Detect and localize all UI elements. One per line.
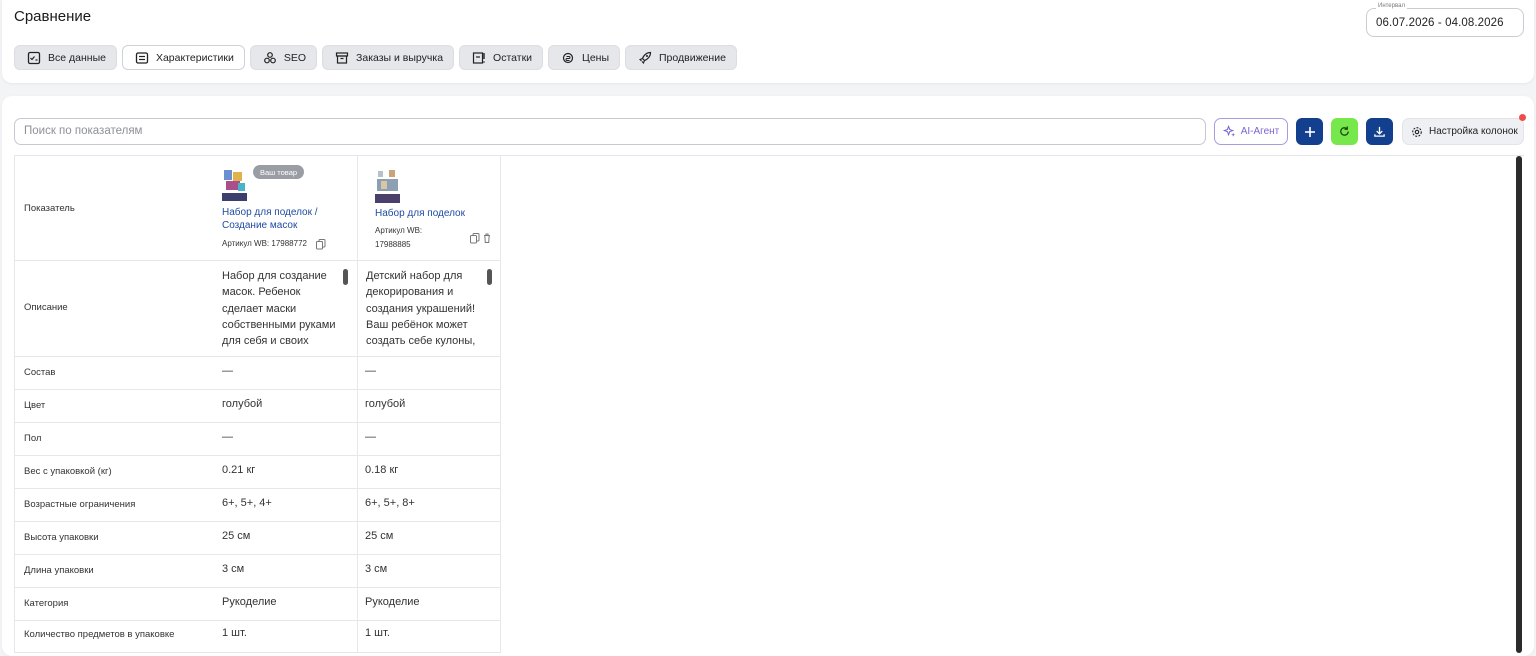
row-label: Цвет	[24, 400, 46, 411]
interval-picker[interactable]: Интервал 06.07.2026 - 04.08.2026	[1366, 3, 1524, 37]
tab-label: Заказы и выручка	[356, 51, 444, 64]
ai-agent-label: AI-Агент	[1240, 126, 1280, 137]
row-value: Рукоделие	[365, 596, 420, 608]
product-sku: Артикул WB: 17988885	[375, 226, 423, 249]
plus-icon	[1304, 126, 1315, 137]
download-icon	[1374, 126, 1385, 137]
table-row: Цвет голубой голубой	[14, 390, 500, 423]
table-row: Пол — —	[14, 423, 500, 456]
row-label: Вес с упаковкой (кг)	[24, 466, 112, 477]
card-icon	[135, 51, 149, 64]
row-label: Возрастные ограничения	[24, 499, 136, 510]
row-value: —	[222, 431, 233, 443]
row-label: Длина упаковки	[24, 565, 94, 576]
row-value: голубой	[222, 398, 263, 410]
row-value: 6+, 5+, 4+	[222, 497, 272, 509]
tab-bar: Все данные Характеристики SEO Заказы и в…	[14, 45, 737, 70]
table-row: Вес с упаковкой (кг) 0.21 кг 0.18 кг	[14, 456, 500, 489]
row-value: 3 см	[222, 563, 245, 575]
table-row: Категория Рукоделие Рукоделие	[14, 588, 500, 621]
description-text: Набор для создание масок. Ребенок сделае…	[222, 270, 336, 348]
download-button[interactable]	[1366, 118, 1393, 145]
copy-icon[interactable]	[316, 239, 326, 250]
seo-icon	[263, 51, 276, 63]
notification-dot	[1519, 114, 1526, 121]
checklist-icon	[27, 51, 41, 64]
row-value: 6+, 5+, 8+	[365, 497, 415, 509]
refresh-button[interactable]	[1331, 118, 1358, 145]
row-value: 0.21 кг	[222, 464, 256, 476]
tab-prices[interactable]: Цены	[548, 45, 620, 70]
row-value: 25 см	[365, 530, 394, 542]
table-row: Высота упаковки 25 см 25 см	[14, 522, 500, 555]
row-value: —	[365, 431, 376, 443]
product-link[interactable]: Набор для поделок	[375, 208, 495, 221]
tab-label: Продвижение	[659, 51, 726, 64]
tab-promotion[interactable]: Продвижение	[625, 45, 737, 70]
tab-label: Все данные	[48, 51, 106, 64]
coins-icon	[562, 52, 574, 63]
table-row: Состав — —	[14, 357, 500, 390]
description-text: Детский набор для декорирования и создан…	[366, 270, 476, 348]
gear-icon	[1412, 126, 1422, 137]
add-product-button[interactable]	[1296, 118, 1323, 145]
row-label: Высота упаковки	[24, 532, 99, 543]
delete-icon[interactable]	[483, 233, 491, 243]
row-value: 0.18 кг	[365, 464, 399, 476]
column-divider	[500, 156, 501, 653]
row-value: —	[365, 365, 376, 377]
product-image[interactable]	[222, 167, 247, 201]
row-label: Количество предметов в упаковке	[24, 629, 175, 640]
tab-label: Цены	[582, 51, 609, 64]
row-value: 3 см	[365, 563, 388, 575]
copy-icon[interactable]	[470, 233, 480, 244]
table-scrollbar[interactable]	[1516, 156, 1522, 653]
column-settings-button[interactable]: Настройка колонок	[1402, 118, 1524, 145]
sparkle-icon	[1222, 125, 1235, 137]
interval-label: Интервал	[1376, 3, 1407, 9]
product-link[interactable]: Набор для поделок / Создание масок	[222, 207, 342, 232]
tab-orders-revenue[interactable]: Заказы и выручка	[322, 45, 455, 70]
tab-label: SEO	[283, 51, 307, 64]
refresh-icon	[1340, 126, 1349, 136]
stock-icon	[472, 51, 485, 64]
tab-label: Характеристики	[155, 51, 234, 64]
column-settings-label: Настройка колонок	[1429, 126, 1518, 137]
row-value: 1 шт.	[222, 627, 247, 639]
table-row: Количество предметов в упаковке 1 шт. 1 …	[14, 621, 500, 653]
tab-seo[interactable]: SEO	[249, 45, 318, 70]
tab-all-data[interactable]: Все данные	[14, 45, 117, 70]
description-scrollbar[interactable]	[487, 269, 492, 285]
row-value: 1 шт.	[365, 627, 390, 639]
page-title: Сравнение	[14, 8, 92, 25]
table-row: Возрастные ограничения 6+, 5+, 4+ 6+, 5+…	[14, 489, 500, 522]
row-value: —	[222, 365, 233, 377]
row-label: Описание	[24, 302, 68, 313]
rocket-icon	[639, 51, 652, 64]
top-panel	[2, 0, 1534, 83]
product-sku: Артикул WB: 17988772	[222, 239, 307, 248]
row-label: Категория	[24, 598, 69, 609]
tab-characteristics[interactable]: Характеристики	[121, 45, 245, 70]
row-value: Рукоделие	[222, 596, 277, 608]
interval-value: 06.07.2026 - 04.08.2026	[1376, 17, 1504, 29]
ai-agent-button[interactable]: AI-Агент	[1214, 118, 1288, 145]
table-row: Длина упаковки 3 см 3 см	[14, 555, 500, 588]
row-value: голубой	[365, 398, 406, 410]
your-product-badge: Ваш товар	[253, 165, 305, 179]
row-label: Пол	[24, 433, 42, 444]
search-input[interactable]: Поиск по показателям	[14, 118, 1206, 145]
row-value: 25 см	[222, 530, 251, 542]
box-icon	[335, 51, 349, 64]
header-metric-label: Показатель	[24, 203, 75, 214]
tab-stock[interactable]: Остатки	[459, 45, 544, 70]
product-image[interactable]	[375, 169, 400, 203]
row-label: Состав	[24, 367, 56, 378]
description-scrollbar[interactable]	[343, 269, 348, 285]
tab-label: Остатки	[493, 51, 533, 64]
